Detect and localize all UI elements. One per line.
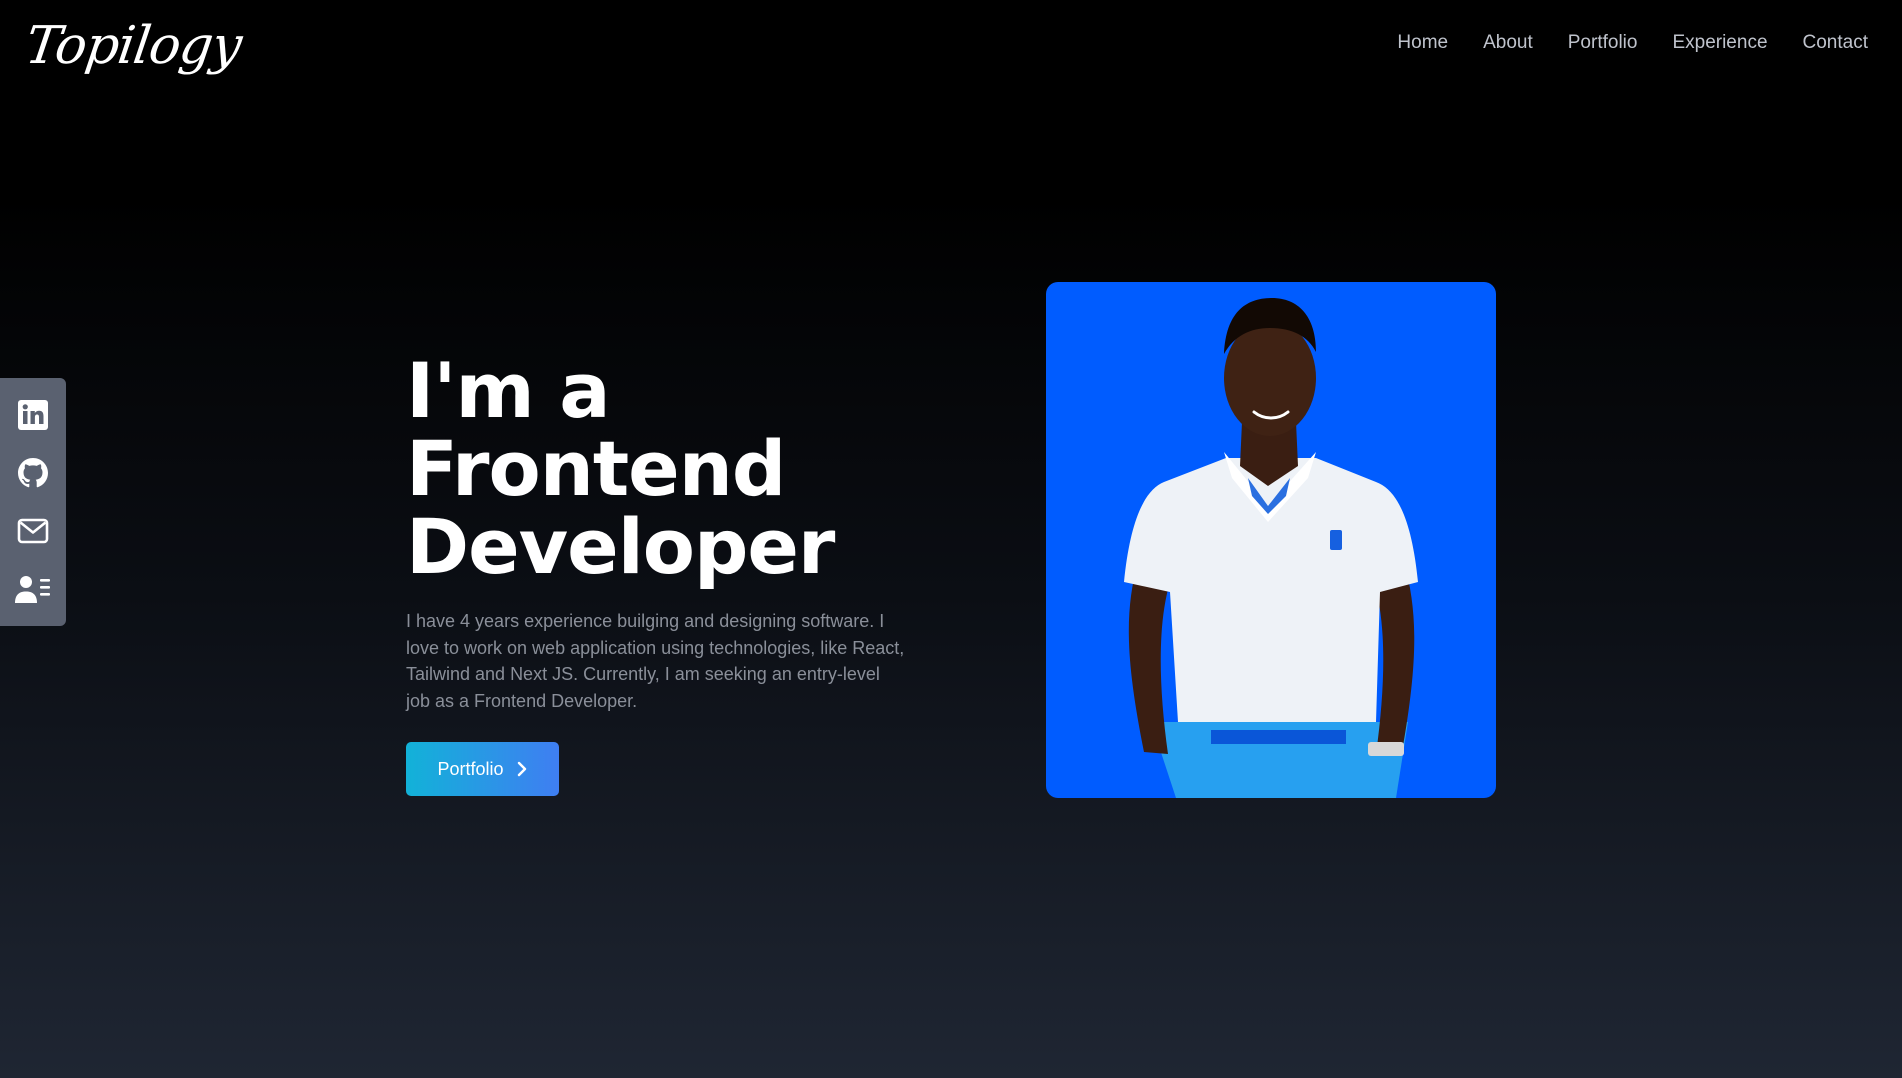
profile-photo [1046, 282, 1496, 798]
portfolio-button-label: Portfolio [437, 758, 504, 779]
hero-section: I'm a Frontend Developer I have 4 years … [406, 352, 966, 796]
hero-title-line2: Developer [406, 502, 835, 591]
nav-about[interactable]: About [1483, 32, 1533, 54]
site-logo[interactable]: Topilogy [21, 8, 246, 84]
mail-icon [17, 518, 49, 544]
hero-description: I have 4 years experience builging and d… [406, 611, 905, 711]
resume-icon [15, 576, 50, 603]
hero-title: I'm a Frontend Developer [406, 352, 966, 586]
chevron-right-icon [517, 761, 526, 777]
nav-experience[interactable]: Experience [1672, 32, 1767, 54]
nav-contact[interactable]: Contact [1803, 32, 1868, 54]
linkedin-icon [18, 400, 48, 430]
main-nav: Home About Portfolio Experience Contact [1397, 0, 1868, 86]
nav-home[interactable]: Home [1397, 32, 1448, 54]
person-illustration [1124, 298, 1418, 798]
github-icon [18, 458, 48, 488]
email-link[interactable] [13, 511, 53, 551]
social-sidebar [0, 378, 66, 626]
hero-title-line1: I'm a Frontend [406, 346, 786, 513]
linkedin-link[interactable] [13, 395, 53, 435]
resume-link[interactable] [13, 569, 53, 609]
nav-portfolio[interactable]: Portfolio [1568, 32, 1638, 54]
github-link[interactable] [13, 453, 53, 493]
portfolio-button[interactable]: Portfolio [406, 742, 559, 796]
